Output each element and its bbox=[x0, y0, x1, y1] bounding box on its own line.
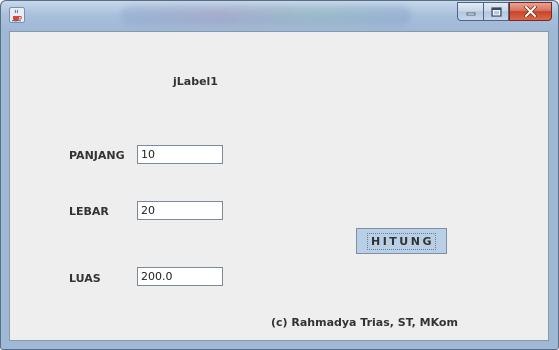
lebar-input[interactable] bbox=[137, 201, 223, 220]
lebar-label: LEBAR bbox=[69, 205, 109, 218]
hitung-button-label: HITUNG bbox=[367, 232, 436, 250]
form-panel: jLabel1 PANJANG LEBAR HITUNG LUAS (c) Ra… bbox=[9, 31, 549, 341]
close-icon bbox=[524, 6, 537, 17]
credit-label: (c) Rahmadya Trias, ST, MKom bbox=[271, 316, 458, 329]
title-bar[interactable] bbox=[1, 1, 558, 31]
minimize-icon bbox=[466, 12, 475, 15]
maximize-icon bbox=[490, 6, 502, 17]
close-button[interactable] bbox=[509, 2, 552, 21]
luas-label: LUAS bbox=[69, 272, 101, 285]
header-label: jLabel1 bbox=[173, 75, 218, 88]
app-window: jLabel1 PANJANG LEBAR HITUNG LUAS (c) Ra… bbox=[0, 0, 559, 350]
luas-output[interactable] bbox=[137, 267, 223, 286]
title-bar-backdrop bbox=[121, 5, 411, 25]
minimize-button[interactable] bbox=[457, 2, 483, 21]
window-controls bbox=[457, 2, 552, 21]
maximize-button[interactable] bbox=[483, 2, 509, 21]
panjang-input[interactable] bbox=[137, 145, 223, 164]
panjang-label: PANJANG bbox=[69, 149, 125, 162]
hitung-button[interactable]: HITUNG bbox=[356, 228, 447, 254]
java-cup-icon[interactable] bbox=[9, 7, 25, 23]
